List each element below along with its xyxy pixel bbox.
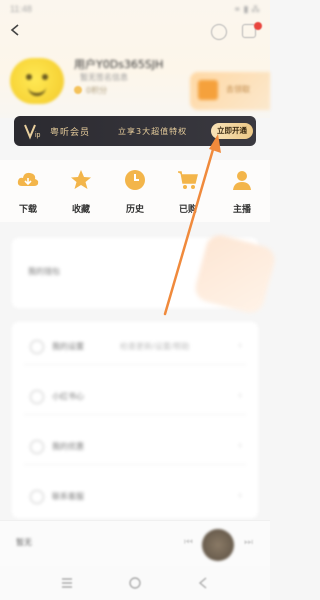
list-item-label: 小红书心 xyxy=(52,392,84,401)
chevron-right-icon: › xyxy=(238,341,242,351)
clock-icon xyxy=(125,170,145,190)
chevron-right-icon: › xyxy=(238,441,242,451)
next-icon[interactable]: ⏭ xyxy=(244,537,253,548)
home-icon[interactable] xyxy=(128,576,142,590)
heart-icon xyxy=(30,390,44,404)
quick-label: 历史 xyxy=(125,205,144,215)
gift-icon xyxy=(198,80,218,100)
list-item[interactable]: 我的设置 检查更新/设置/帮助 › xyxy=(24,330,246,365)
vip-open-button[interactable]: 立即开通 xyxy=(211,123,253,139)
quick-download[interactable]: 下载 xyxy=(8,168,48,218)
chevron-right-icon: › xyxy=(238,391,242,401)
menu-icon[interactable] xyxy=(60,576,74,590)
status-bar: 11:48 ⚭ ▮ ⁂ xyxy=(0,0,270,18)
svg-text:ip: ip xyxy=(35,132,41,139)
points-icon xyxy=(74,86,82,94)
system-nav-bar xyxy=(0,566,270,600)
points-text: 0积分 xyxy=(86,86,108,95)
settings-icon[interactable] xyxy=(211,24,227,40)
back-icon[interactable] xyxy=(196,576,210,590)
settings-list: 我的设置 检查更新/设置/帮助 › 小红书心 › 我的优惠 › 联系客服 › xyxy=(12,322,258,518)
avatar[interactable] xyxy=(10,58,64,104)
vip-promo-text: 立享3大超值特权 xyxy=(118,127,188,136)
status-icons: ⚭ ▮ ⁂ xyxy=(233,4,261,14)
list-item[interactable]: 我的优惠 › xyxy=(24,430,246,465)
star-icon xyxy=(71,170,91,189)
list-item-label: 联系客服 xyxy=(52,492,84,501)
list-item[interactable]: 联系客服 › xyxy=(24,480,246,514)
vip-membership-bar[interactable]: ip 粤听会员 立享3大超值特权 立即开通 xyxy=(14,116,256,146)
notification-dot-icon xyxy=(254,22,262,30)
quick-anchor[interactable]: 主播 xyxy=(222,168,262,218)
cart-icon xyxy=(178,171,198,189)
settings-icon xyxy=(30,340,44,354)
back-arrow-icon[interactable] xyxy=(10,24,20,36)
quick-actions-row: 下载 收藏 历史 已购 主播 xyxy=(0,160,270,222)
user-signature: 暂无签名信息 xyxy=(80,73,128,82)
mini-player[interactable]: 暂无 ⏮ ⏭ xyxy=(0,520,270,567)
quick-favorites[interactable]: 收藏 xyxy=(61,168,101,218)
list-item-label: 我的优惠 xyxy=(52,442,84,451)
quick-purchased[interactable]: 已购 xyxy=(168,168,208,218)
quick-history[interactable]: 历史 xyxy=(115,168,155,218)
list-item-label: 我的设置 xyxy=(52,342,84,351)
quick-label: 主播 xyxy=(232,205,251,215)
status-time: 11:48 xyxy=(10,4,32,14)
vip-label: 粤听会员 xyxy=(50,128,91,138)
user-icon xyxy=(233,171,251,190)
wallet-label: 我的钱包 xyxy=(28,267,60,276)
promo-text[interactable]: 去领取 xyxy=(226,84,250,95)
quick-label: 收藏 xyxy=(71,205,90,215)
vip-logo-icon: ip xyxy=(24,124,41,140)
username[interactable]: 用户Y0Ds365SJH xyxy=(74,56,163,72)
chevron-right-icon: › xyxy=(238,491,242,501)
player-cover[interactable] xyxy=(202,529,234,561)
previous-icon[interactable]: ⏮ xyxy=(184,537,193,548)
list-item-extra: 检查更新/设置/帮助 xyxy=(120,342,190,351)
quick-label: 已购 xyxy=(178,205,197,215)
coupon-icon xyxy=(30,440,44,454)
quick-label: 下载 xyxy=(18,205,37,215)
cloud-download-icon xyxy=(17,172,39,186)
headset-icon xyxy=(30,490,44,504)
player-label: 暂无 xyxy=(16,538,32,547)
list-item[interactable]: 小红书心 › xyxy=(24,380,246,415)
